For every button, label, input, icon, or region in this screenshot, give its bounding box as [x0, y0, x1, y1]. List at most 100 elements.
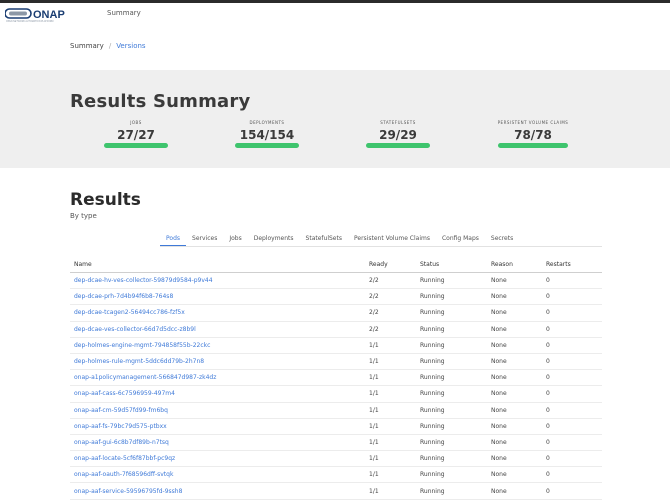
pods-table: Name Ready Status Reason Restarts dep-dc…: [70, 256, 602, 500]
column-header-reason[interactable]: Reason: [491, 261, 546, 268]
table-cell: 1/1: [369, 455, 420, 462]
pod-status: Running: [420, 358, 445, 366]
pod-status: Running: [420, 438, 445, 446]
column-header-status[interactable]: Status: [420, 261, 491, 268]
table-cell: Running: [420, 390, 491, 397]
pod-reason: None: [491, 406, 507, 414]
pod-name-link[interactable]: onap-aaf-cm-59d57fd99-fm6bq: [74, 407, 168, 414]
table-row[interactable]: onap-aaf-cass-6c7596959-497m4 1/1 Running N…: [70, 386, 602, 403]
stat-statefulsets: STATEFULSETS 29/29: [364, 120, 432, 148]
table-cell: onap-aaf-oauth-7f68596dff-svtqk: [70, 471, 369, 478]
pod-name-link[interactable]: onap-aaf-locate-5cf6f87bbf-pc9qz: [74, 455, 175, 462]
pod-reason: None: [491, 358, 507, 366]
breadcrumb-current: Summary: [70, 42, 104, 50]
table-cell: 0: [546, 342, 602, 349]
pod-name-link[interactable]: dep-holmes-engine-mgmt-794858f55b-22ckc: [74, 342, 210, 349]
table-row[interactable]: onap-aaf-locate-5cf6f87bbf-pc9qz 1/1 Runni…: [70, 451, 602, 468]
pod-name-link[interactable]: onap-a1policymanagement-566847d987-zk4dz: [74, 374, 216, 381]
table-row[interactable]: onap-a1policymanagement-566847d987-zk4dz…: [70, 370, 602, 387]
pod-status: Running: [420, 406, 445, 414]
table-cell: 0: [546, 277, 602, 284]
table-row[interactable]: onap-aaf-fs-79bc79d575-ptbxx 1/1 Running No…: [70, 419, 602, 435]
pod-name-link[interactable]: dep-dcae-tcagen2-56494cc786-fzf5x: [74, 309, 185, 316]
table-row[interactable]: dep-dcae-tcagen2-56494cc786-fzf5x 2/2 Runn…: [70, 305, 602, 322]
pod-name-link[interactable]: dep-dcae-hv-ves-collector-59879d9584-p9v…: [74, 277, 213, 284]
pod-name-link[interactable]: onap-aaf-gui-6c8b7df89b-n7tsq: [74, 439, 169, 446]
pod-status: Running: [420, 390, 445, 398]
pod-reason: None: [491, 487, 507, 495]
table-row[interactable]: onap-aaf-gui-6c8b7df89b-n7tsq 1/1 Running N…: [70, 435, 602, 452]
tab-services[interactable]: Services: [186, 233, 223, 246]
table-cell: onap-aaf-cm-59d57fd99-fm6bq: [70, 407, 369, 414]
pod-status: Running: [420, 293, 445, 301]
table-cell: None: [491, 471, 546, 478]
table-row[interactable]: onap-aaf-cm-59d57fd99-fm6bq 1/1 Running Non…: [70, 403, 602, 419]
table-cell: 2/2: [369, 293, 420, 300]
stat-label: JOBS: [130, 120, 142, 125]
table-cell: 2/2: [369, 277, 420, 284]
pod-name-link[interactable]: onap-aaf-cass-6c7596959-497m4: [74, 390, 175, 397]
table-cell: 1/1: [369, 407, 420, 414]
tab-secrets[interactable]: Secrets: [485, 233, 519, 246]
table-cell: 0: [546, 309, 602, 316]
pod-status: Running: [420, 309, 445, 317]
table-cell: 0: [546, 374, 602, 381]
table-cell: Running: [420, 342, 491, 349]
pod-restarts: 0: [546, 487, 550, 495]
table-cell: 1/1: [369, 488, 420, 495]
pod-reason: None: [491, 277, 507, 285]
pod-name-link[interactable]: dep-dcae-prh-7d4b94f6b8-764s8: [74, 293, 173, 300]
pod-ready: 1/1: [369, 438, 379, 446]
table-cell: None: [491, 358, 546, 365]
table-cell: Running: [420, 374, 491, 381]
tab-statefulsets[interactable]: StatefulSets: [300, 233, 348, 246]
tab-jobs[interactable]: Jobs: [223, 233, 247, 246]
pod-status: Running: [420, 422, 445, 430]
pod-ready: 1/1: [369, 471, 379, 479]
table-header: Name Ready Status Reason Restarts: [70, 256, 602, 273]
pod-reason: None: [491, 309, 507, 317]
pod-ready: 2/2: [369, 293, 379, 301]
table-row[interactable]: onap-aaf-oauth-7f68596dff-svtqk 1/1 Runnin…: [70, 467, 602, 484]
tab-config-maps[interactable]: Config Maps: [436, 233, 485, 246]
stat-progress-bar: [235, 143, 299, 148]
pod-reason: None: [491, 471, 507, 479]
results-subtitle: By type: [70, 212, 97, 220]
table-row[interactable]: dep-dcae-ves-collector-66d7d5dcc-z8b9l 2/…: [70, 322, 602, 338]
pod-name-link[interactable]: dep-holmes-rule-mgmt-5ddc6dd79b-2h7n8: [74, 358, 204, 365]
table-cell: onap-aaf-gui-6c8b7df89b-n7tsq: [70, 439, 369, 446]
pod-name-link[interactable]: onap-aaf-fs-79bc79d575-ptbxx: [74, 423, 167, 430]
pod-restarts: 0: [546, 471, 550, 479]
tab-deployments[interactable]: Deployments: [248, 233, 300, 246]
pod-restarts: 0: [546, 325, 550, 333]
summary-band: [0, 70, 670, 168]
table-cell: None: [491, 423, 546, 430]
stat-deployments: DEPLOYMENTS 154/154: [233, 120, 301, 148]
tab-pods[interactable]: Pods: [160, 233, 187, 246]
table-row[interactable]: dep-holmes-rule-mgmt-5ddc6dd79b-2h7n8 1/1…: [70, 354, 602, 371]
table-row[interactable]: onap-aaf-service-59596795fd-9ssh8 1/1 Runn…: [70, 483, 602, 500]
pod-restarts: 0: [546, 293, 550, 301]
pod-name-link[interactable]: onap-aaf-oauth-7f68596dff-svtqk: [74, 471, 173, 478]
table-cell: Running: [420, 358, 491, 365]
table-cell: Running: [420, 439, 491, 446]
pod-ready: 2/2: [369, 309, 379, 317]
table-cell: 2/2: [369, 326, 420, 333]
table-cell: dep-dcae-prh-7d4b94f6b8-764s8: [70, 293, 369, 300]
table-cell: 1/1: [369, 390, 420, 397]
pod-name-link[interactable]: onap-aaf-service-59596795fd-9ssh8: [74, 488, 182, 495]
column-header-name[interactable]: Name: [70, 261, 369, 268]
column-header-restarts[interactable]: Restarts: [546, 261, 602, 268]
column-header-ready[interactable]: Ready: [369, 261, 420, 268]
pod-restarts: 0: [546, 374, 550, 382]
breadcrumb-link-versions[interactable]: Versions: [116, 42, 145, 50]
table-row[interactable]: dep-dcae-hv-ves-collector-59879d9584-p9v…: [70, 273, 602, 290]
table-body: dep-dcae-hv-ves-collector-59879d9584-p9v…: [70, 273, 602, 500]
pod-name-link[interactable]: dep-dcae-ves-collector-66d7d5dcc-z8b9l: [74, 326, 196, 333]
logo-text: ONAP: [33, 9, 65, 21]
table-cell: None: [491, 277, 546, 284]
table-row[interactable]: dep-holmes-engine-mgmt-794858f55b-22ckc 1…: [70, 338, 602, 354]
table-row[interactable]: dep-dcae-prh-7d4b94f6b8-764s8 2/2 Running N…: [70, 289, 602, 306]
tab-persistent-volume-claims[interactable]: Persistent Volume Claims: [348, 233, 436, 246]
onap-logo[interactable]: ONAP OPEN NETWORK AUTOMATION PLATFORM: [5, 7, 98, 23]
